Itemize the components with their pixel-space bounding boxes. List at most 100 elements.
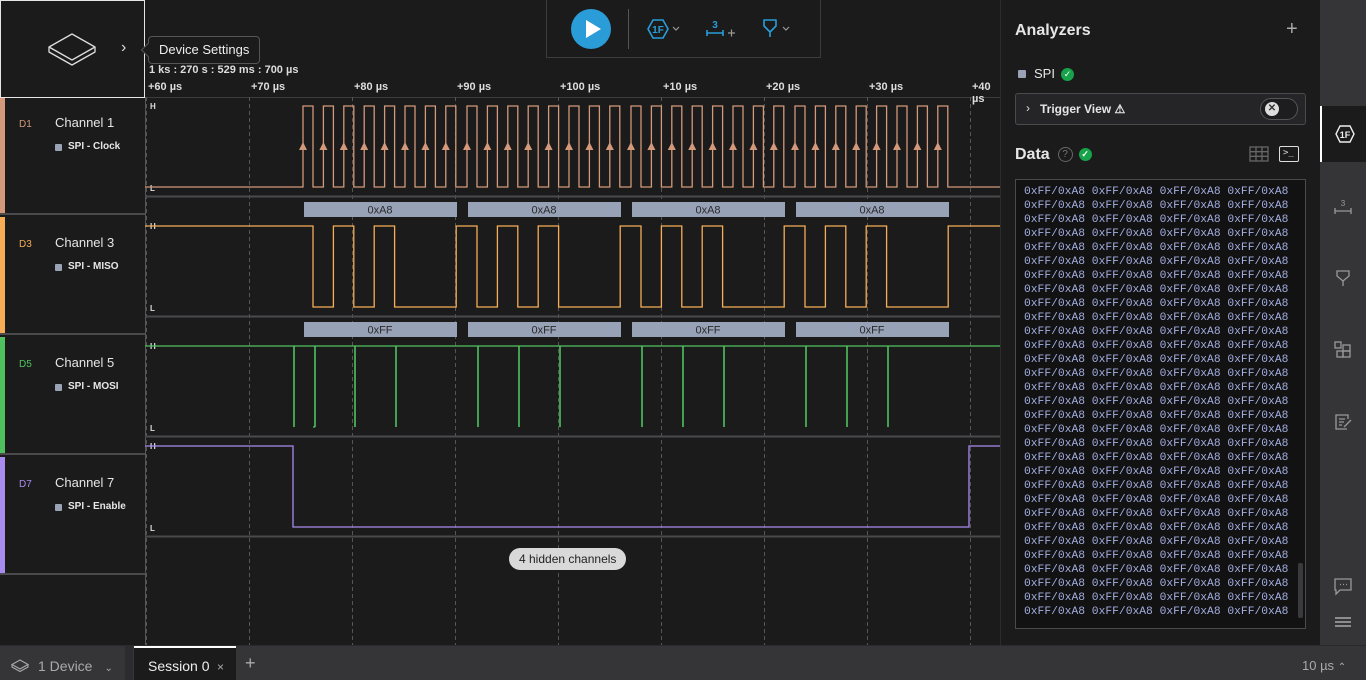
channel-name[interactable]: Channel 5	[55, 355, 114, 370]
rising-edge-marker	[791, 142, 799, 150]
channel-row-d7[interactable]: D7 Channel 7 SPI - Enable	[0, 457, 145, 575]
add-session-button[interactable]: +	[245, 653, 256, 674]
analyzer-color-square	[1018, 70, 1026, 78]
analyzer-label: SPI - Enable	[68, 501, 126, 512]
device-settings-button[interactable]: ›	[0, 0, 145, 98]
device-settings-tooltip: Device Settings	[148, 36, 261, 64]
measurement-icon: 3	[706, 20, 735, 37]
add-analyzer-button[interactable]: +	[1286, 18, 1298, 41]
channel-color-stripe	[0, 217, 5, 333]
mosi-decode-value: 0xFF	[367, 325, 392, 337]
level-low-label: L	[150, 184, 155, 193]
marker-button[interactable]	[761, 16, 795, 42]
analyzer-name: SPI	[1034, 66, 1055, 81]
channel-row-d1[interactable]: D1 Channel 1 SPI - Clock	[0, 97, 145, 215]
svg-text:3: 3	[1341, 199, 1346, 208]
sidebar-extensions-button[interactable]	[1320, 322, 1366, 378]
add-measurement-button[interactable]: 3	[705, 16, 739, 42]
time-tick-label: +20 µs	[766, 81, 801, 93]
level-low-label: L	[150, 424, 155, 433]
bottom-bar: 1 Device ⌄ Session 0 × + 10 µs ⌃	[0, 645, 1366, 680]
chevron-right-icon: ›	[121, 39, 127, 56]
rising-edge-marker	[585, 142, 594, 150]
data-terminal[interactable]: 0xFF/0xA8 0xFF/0xA8 0xFF/0xA8 0xFF/0xA8 …	[1015, 179, 1306, 629]
right-sidebar: 1F 3	[1320, 0, 1366, 645]
trigger-hexagon-icon: 1F	[647, 19, 680, 39]
analyzer-color-square	[55, 384, 62, 391]
channel-color-stripe	[0, 337, 5, 453]
time-tick-label: +10 µs	[663, 81, 698, 93]
extensions-grid-icon	[1334, 341, 1351, 358]
trigger-view-toggle[interactable]: ✕	[1260, 98, 1298, 120]
channel-id: D3	[19, 239, 32, 250]
time-tick-label: +40 µs	[972, 81, 991, 105]
rising-edge-marker	[811, 142, 820, 150]
svg-text:1F: 1F	[652, 25, 664, 36]
device-count-label: 1 Device	[38, 658, 93, 674]
channel-name[interactable]: Channel 7	[55, 475, 114, 490]
miso-waveform	[145, 225, 1000, 308]
rising-edge-marker	[503, 142, 512, 150]
sidebar-notes-button[interactable]	[1320, 394, 1366, 450]
channel-id: D1	[19, 119, 32, 130]
trigger-settings-button[interactable]: 1F	[647, 16, 687, 42]
channel-id: D5	[19, 359, 32, 370]
rising-edge-marker	[565, 142, 573, 150]
level-low-label: L	[150, 304, 155, 313]
rising-edge-marker	[441, 142, 450, 150]
channel-labels: D1 Channel 1 SPI - Clock D3 Channel 3 SP…	[0, 97, 145, 645]
rising-edge-marker	[524, 142, 533, 150]
channel-row-d5[interactable]: D5 Channel 5 SPI - MOSI	[0, 337, 145, 455]
miso-decode-value: 0xA8	[695, 205, 720, 217]
sidebar-measurements-button[interactable]: 3	[1320, 180, 1366, 236]
analyzer-label: SPI - Clock	[68, 141, 121, 152]
channel-row-d3[interactable]: D3 Channel 3 SPI - MISO	[0, 217, 145, 335]
measurement-icon: 3	[1334, 199, 1352, 214]
trigger-view-row[interactable]: › Trigger View ⚠ ✕	[1015, 93, 1306, 125]
hidden-channels-button[interactable]: 4 hidden channels	[509, 548, 627, 570]
trigger-view-label: Trigger View	[1040, 102, 1112, 116]
start-capture-button[interactable]	[571, 9, 611, 49]
analyzer-label: SPI - MOSI	[68, 381, 119, 392]
analyzer-color-square	[55, 264, 62, 271]
sidebar-analyzers-button[interactable]: 1F	[1320, 106, 1366, 162]
sidebar-menu-button[interactable]	[1320, 594, 1366, 650]
device-selector[interactable]: 1 Device ⌄	[10, 658, 113, 674]
close-tab-icon[interactable]: ×	[217, 660, 224, 674]
tab-session-0[interactable]: Session 0 ×	[134, 646, 236, 680]
table-view-icon[interactable]	[1249, 146, 1269, 162]
analyzer-label: SPI - MISO	[68, 261, 119, 272]
terminal-view-icon[interactable]: >_	[1279, 146, 1299, 162]
zoom-level-value: 10 µs	[1302, 658, 1335, 673]
rising-edge-marker	[360, 142, 369, 150]
marker-flag-icon	[763, 19, 790, 37]
channel-name[interactable]: Channel 1	[55, 115, 114, 130]
analyzer-color-square	[55, 144, 62, 151]
svg-text:1F: 1F	[1340, 130, 1351, 140]
zoom-level-selector[interactable]: 10 µs ⌃	[1302, 658, 1346, 673]
clock-waveform	[145, 105, 1000, 188]
channel-name[interactable]: Channel 3	[55, 235, 114, 250]
time-tick-label: +30 µs	[869, 81, 904, 93]
time-tick-label: +80 µs	[354, 81, 389, 93]
help-icon[interactable]: ?	[1057, 147, 1073, 163]
rising-edge-marker	[647, 142, 656, 150]
analyzer-item-spi[interactable]: SPI ✓	[1018, 66, 1074, 82]
rising-edge-marker	[708, 142, 717, 150]
data-scrollbar[interactable]	[1298, 563, 1303, 618]
rising-edge-marker	[299, 142, 307, 150]
rising-edge-marker	[380, 142, 389, 150]
data-title-text: Data	[1015, 146, 1050, 163]
toolbar-divider	[628, 9, 629, 49]
level-low-label: L	[150, 524, 155, 533]
waveform-view[interactable]: HLHLHLHL0xA80xA80xA80xA80xFF0xFF0xFF0xFF…	[145, 0, 1000, 645]
rising-edge-marker	[831, 142, 840, 150]
logic-analyzer-app: › Device Settings D1 Channel 1 SPI - Clo…	[0, 0, 1366, 680]
time-tick-label: +60 µs	[148, 81, 183, 93]
rising-edge-marker	[544, 142, 553, 150]
rising-edge-marker	[339, 142, 348, 150]
sidebar-markers-button[interactable]	[1320, 250, 1366, 306]
rising-edge-marker	[319, 142, 328, 150]
rising-edge-marker	[852, 142, 861, 150]
rising-edge-marker	[769, 142, 778, 150]
